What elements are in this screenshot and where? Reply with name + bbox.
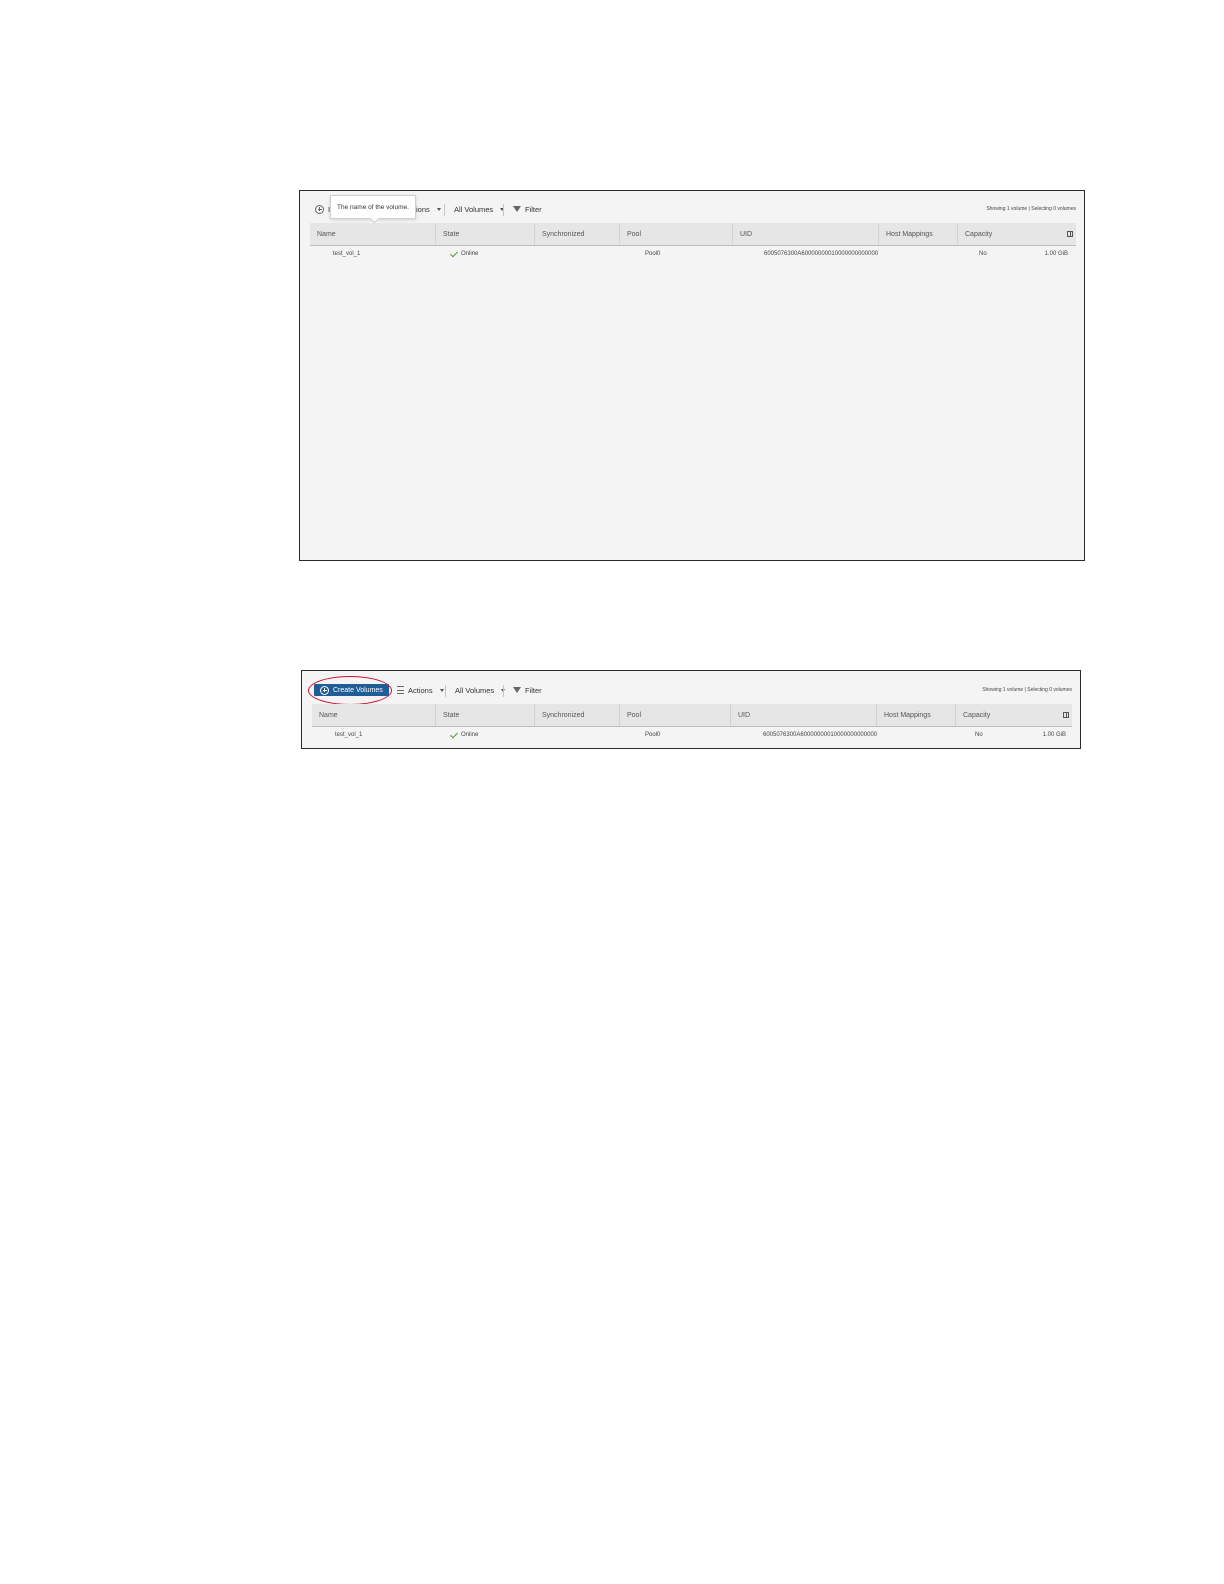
check-icon bbox=[450, 730, 458, 738]
filter-label: Filter bbox=[525, 685, 542, 695]
plus-circle-icon bbox=[315, 204, 324, 214]
check-icon bbox=[450, 249, 458, 257]
column-header-pool[interactable]: Pool bbox=[620, 223, 733, 245]
filter-icon bbox=[513, 206, 521, 212]
cell-name: test_vol_1 bbox=[335, 732, 363, 738]
cell-pool: Pool0 bbox=[645, 732, 661, 738]
state-label: Online bbox=[461, 732, 479, 738]
table-header: Name State Synchronized Pool UID Host Ma… bbox=[310, 223, 1076, 246]
menu-icon bbox=[397, 686, 404, 694]
all-volumes-label: All Volumes bbox=[455, 685, 495, 695]
column-header-name[interactable]: Name bbox=[310, 223, 436, 245]
create-volumes-button[interactable]: I bbox=[315, 198, 330, 220]
divider bbox=[503, 685, 504, 697]
volumes-panel-tooltip: The name of the volume. I ions All Volum… bbox=[299, 190, 1085, 561]
cell-uid: 6005076300A60000000010000000000000 bbox=[764, 251, 879, 257]
cell-state: Online bbox=[450, 728, 479, 742]
divider bbox=[445, 685, 446, 697]
column-header-host-mappings[interactable]: Host Mappings bbox=[879, 223, 958, 245]
column-header-uid[interactable]: UID bbox=[733, 223, 879, 245]
selection-status: Showing 1 volume | Selecting 0 volumes bbox=[982, 687, 1072, 693]
filter-label: Filter bbox=[525, 204, 542, 214]
column-header-name[interactable]: Name bbox=[312, 704, 436, 726]
divider bbox=[503, 204, 504, 216]
cell-pool: Pool0 bbox=[645, 251, 661, 257]
column-header-uid[interactable]: UID bbox=[731, 704, 877, 726]
filter-button[interactable]: Filter bbox=[513, 198, 542, 220]
actions-label: ions bbox=[416, 204, 430, 214]
cell-host-mappings: No bbox=[975, 732, 983, 738]
table-row[interactable]: test_vol_1 Online Pool0 6005076300A60000… bbox=[310, 247, 1076, 261]
all-volumes-label: All Volumes bbox=[454, 204, 494, 214]
all-volumes-dropdown[interactable]: All Volumes bbox=[455, 679, 506, 701]
column-header-synchronized[interactable]: Synchronized bbox=[535, 223, 620, 245]
cell-uid: 6005076300A60000000010000000000000 bbox=[763, 732, 878, 738]
column-header-capacity[interactable]: Capacity bbox=[958, 223, 1078, 245]
column-settings-icon[interactable] bbox=[1067, 231, 1073, 237]
selection-status: Showing 1 volume | Selecting 0 volumes bbox=[986, 206, 1076, 212]
cell-state: Online bbox=[450, 247, 479, 261]
toolbar: Create Volumes Actions All Volumes Filte… bbox=[312, 679, 1072, 701]
cell-name: test_vol_1 bbox=[333, 251, 361, 257]
actions-menu[interactable]: ions bbox=[416, 198, 441, 220]
highlight-annotation bbox=[308, 676, 392, 705]
table-header: Name State Synchronized Pool UID Host Ma… bbox=[312, 704, 1072, 727]
column-settings-icon[interactable] bbox=[1063, 712, 1069, 718]
volumes-panel-create: Create Volumes Actions All Volumes Filte… bbox=[301, 670, 1081, 749]
toolbar: I ions All Volumes Filter Showing 1 volu… bbox=[310, 198, 1076, 220]
cell-capacity: 1.00 GiB bbox=[1042, 732, 1066, 738]
state-label: Online bbox=[461, 251, 479, 257]
cell-host-mappings: No bbox=[979, 251, 987, 257]
chevron-down-icon bbox=[436, 207, 441, 211]
cell-capacity: 1.00 GiB bbox=[1044, 251, 1068, 257]
actions-menu[interactable]: Actions bbox=[397, 679, 444, 701]
filter-button[interactable]: Filter bbox=[513, 679, 542, 701]
column-header-synchronized[interactable]: Synchronized bbox=[535, 704, 620, 726]
divider bbox=[444, 204, 445, 216]
actions-label: Actions bbox=[408, 685, 433, 695]
name-tooltip: The name of the volume. bbox=[330, 195, 416, 219]
filter-icon bbox=[513, 687, 521, 693]
column-header-pool[interactable]: Pool bbox=[620, 704, 731, 726]
all-volumes-dropdown[interactable]: All Volumes bbox=[454, 198, 505, 220]
column-header-state[interactable]: State bbox=[436, 704, 535, 726]
chevron-down-icon bbox=[439, 688, 444, 692]
column-header-host-mappings[interactable]: Host Mappings bbox=[877, 704, 956, 726]
column-header-capacity[interactable]: Capacity bbox=[956, 704, 1074, 726]
table-row[interactable]: test_vol_1 Online Pool0 6005076300A60000… bbox=[312, 728, 1072, 742]
column-header-state[interactable]: State bbox=[436, 223, 535, 245]
